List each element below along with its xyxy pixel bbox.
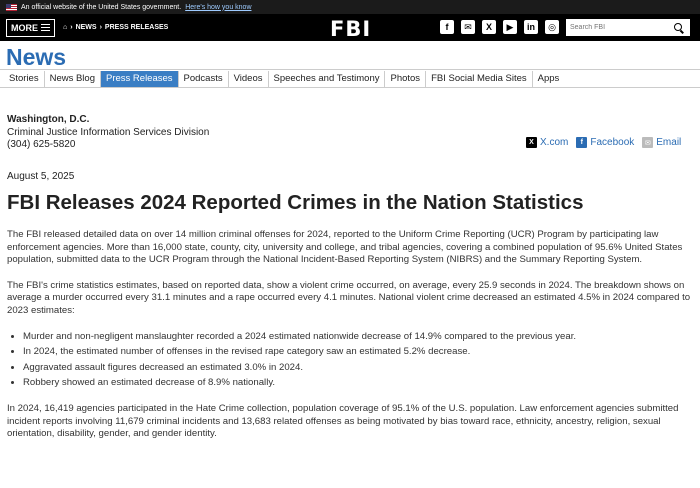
subnav-social-media[interactable]: FBI Social Media Sites xyxy=(426,70,533,87)
chevron-right-icon: › xyxy=(70,24,73,31)
fbi-logo[interactable]: FBI xyxy=(330,17,371,41)
list-item: In 2024, the estimated number of offense… xyxy=(23,346,695,359)
share-facebook-link[interactable]: f Facebook xyxy=(576,137,634,148)
subnav-videos[interactable]: Videos xyxy=(229,70,269,87)
article-title: FBI Releases 2024 Reported Crimes in the… xyxy=(7,191,584,214)
heres-how-you-know-link[interactable]: Here's how you know xyxy=(185,4,251,11)
subnav-news-blog[interactable]: News Blog xyxy=(45,70,101,87)
subnav-apps[interactable]: Apps xyxy=(533,71,565,87)
x-icon: X xyxy=(526,137,537,148)
breadcrumb-news[interactable]: NEWS xyxy=(76,24,97,31)
more-label: MORE xyxy=(11,22,38,33)
gov-banner: An official website of the United States… xyxy=(0,0,700,14)
more-menu-button[interactable]: MORE xyxy=(6,18,55,37)
share-facebook-label: Facebook xyxy=(590,137,635,148)
contact-division: Criminal Justice Information Services Di… xyxy=(7,126,210,138)
hamburger-icon xyxy=(41,22,50,33)
home-icon[interactable]: ⌂ xyxy=(63,24,67,31)
contact-city: Washington, D.C. xyxy=(7,114,90,125)
us-flag-icon xyxy=(6,3,17,11)
contact-info: Washington, D.C. Criminal Justice Inform… xyxy=(7,114,209,152)
facebook-icon[interactable]: f xyxy=(440,20,454,34)
section-title: News xyxy=(0,41,700,70)
subnav-speeches[interactable]: Speeches and Testimony xyxy=(269,70,386,87)
x-icon[interactable]: X xyxy=(482,20,496,34)
search-box xyxy=(566,19,690,36)
breadcrumb: ⌂ › NEWS › PRESS RELEASES xyxy=(63,24,168,31)
article-body: The FBI released detailed data on over 1… xyxy=(7,229,695,454)
share-email-label: Email xyxy=(656,137,682,148)
list-item: Aggravated assault figures decreased an … xyxy=(23,362,695,375)
breadcrumb-press-releases[interactable]: PRESS RELEASES xyxy=(105,24,168,31)
list-item: Murder and non-negligent manslaughter re… xyxy=(23,331,695,344)
youtube-icon[interactable]: ▶ xyxy=(503,20,517,34)
subnav-photos[interactable]: Photos xyxy=(385,70,427,87)
email-icon[interactable]: ✉ xyxy=(461,20,475,34)
email-icon: ✉ xyxy=(642,137,654,148)
share-links: X X.com f Facebook ✉ Email xyxy=(526,137,681,148)
article-date: August 5, 2025 xyxy=(7,171,75,182)
share-x-label: X.com xyxy=(540,137,569,148)
gov-banner-text: An official website of the United States… xyxy=(21,3,182,11)
contact-phone: (304) 625-5820 xyxy=(7,139,76,150)
bullet-list: Murder and non-negligent manslaughter re… xyxy=(23,331,695,390)
instagram-icon[interactable]: ◎ xyxy=(545,20,559,34)
list-item: Robbery showed an estimated decrease of … xyxy=(23,377,695,390)
sub-navigation: Stories News Blog Press Releases Podcast… xyxy=(0,70,700,88)
chevron-right-icon: › xyxy=(99,24,102,31)
paragraph: In 2024, 16,419 agencies participated in… xyxy=(7,402,679,440)
paragraph: The FBI released detailed data on over 1… xyxy=(7,229,683,266)
search-icon[interactable] xyxy=(674,22,684,33)
subnav-press-releases[interactable]: Press Releases xyxy=(101,70,179,87)
share-email-link[interactable]: ✉ Email xyxy=(642,137,681,148)
share-x-link[interactable]: X X.com xyxy=(526,137,568,148)
facebook-icon: f xyxy=(576,137,588,148)
site-header: MORE ⌂ › NEWS › PRESS RELEASES FBI f ✉ X… xyxy=(0,14,700,41)
subnav-stories[interactable]: Stories xyxy=(4,70,45,87)
paragraph: The FBI's crime statistics estimates, ba… xyxy=(7,279,691,316)
search-input[interactable] xyxy=(566,24,666,31)
social-links: f ✉ X ▶ in ◎ xyxy=(440,20,559,34)
linkedin-icon[interactable]: in xyxy=(524,20,538,34)
subnav-podcasts[interactable]: Podcasts xyxy=(179,70,229,87)
